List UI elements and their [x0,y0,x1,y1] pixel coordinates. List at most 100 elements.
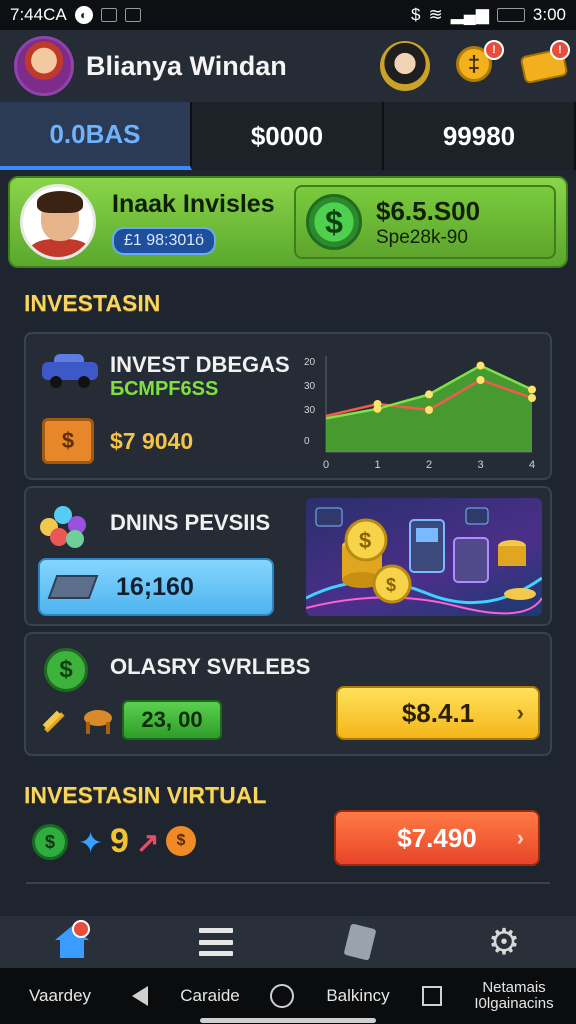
profile-id-badge: £1 98:301ö [112,226,217,255]
green-coin-icon: $ [44,648,88,692]
data-point [425,390,433,399]
app-header: Blianya Windan ‡ ! ! [0,30,576,102]
virtual-row: $ ✦ 9 ↗ $ $7.490 › [28,810,548,868]
tab-2[interactable]: $0000 [192,102,384,170]
signal-icon: ▂▄▆ [450,5,489,24]
nav-settings[interactable]: ⚙ [432,921,576,963]
x-tick-label: 2 [426,459,432,471]
svg-text:$: $ [359,528,371,553]
system-label-4: Netamais I0lgainacins [452,980,576,1012]
battery-icon [496,8,525,22]
x-tick-label: 0 [323,459,329,471]
tray-icon [47,575,99,599]
olasry-chip[interactable]: 23, 00 [122,700,222,740]
x-tick-label: 4 [529,459,535,471]
card-icon [343,923,377,961]
data-point [528,394,536,402]
y-tick-label: 0 [304,436,310,447]
nav-list[interactable] [144,928,288,956]
recents-icon [422,986,442,1006]
tab-bar: 0.0BAS $0000 99980 [0,102,576,170]
invest-amount: $7 9040 [110,428,194,454]
system-label-4a: Netamais [482,979,546,996]
nav-home[interactable] [0,920,144,958]
dnins-panel[interactable]: DNINS PEVSIIS 16;160 $ $ [24,486,552,626]
y-tick-label: 20 [304,357,316,368]
home-circle-icon [270,984,294,1008]
system-label-3: Balkincy [326,986,390,1005]
user-name: Blianya Windan [86,50,287,81]
data-point [476,361,485,370]
chevron-right-icon: › [516,825,524,850]
back-icon [132,986,148,1006]
home-button[interactable] [260,984,304,1008]
profile-avatar [20,184,96,260]
back-button[interactable] [120,986,160,1006]
invest-subtitle: БСМPF6SS [110,378,219,400]
virtual-button-label: $7.490 [397,822,477,853]
data-point [528,385,536,394]
y-tick-label: 30 [304,381,316,392]
dnins-value-box[interactable]: 16;160 [38,558,274,616]
gems-icon [40,504,92,548]
recents-button[interactable] [412,986,452,1006]
dnd-icon: $ [410,5,421,24]
coins-button[interactable]: ‡ ! [456,40,504,86]
data-point [373,404,382,413]
data-point [425,406,433,414]
wifi-icon: ≋ [428,5,443,24]
olasry-buy-button[interactable]: $8.4.1 › [336,686,540,740]
tool-icon [42,710,65,733]
orange-coin-icon: $ [166,826,196,856]
chevron-right-icon: › [516,700,524,725]
system-label-4b: I0lgainacins [474,995,554,1012]
arrow-icon: ↗ [136,827,160,858]
balance-box[interactable]: $ $6.5.S00 Spe28k-90 [294,185,556,259]
gear-icon: ⚙ [487,921,521,962]
list-icon [199,928,233,956]
friend-avatar[interactable] [380,41,430,91]
image-notification-icon [100,8,117,22]
system-nav-bar: Vaardey Caraide Balkincy Netamais I0lgai… [0,968,576,1024]
profile-card[interactable]: Inaak Invisles £1 98:301ö $ $6.5.S00 Spe… [8,176,568,268]
invest-panel[interactable]: INVEST DBEGAS БСМPF6SS $ $7 9040 20 30 30 0… [24,332,552,480]
gesture-pill[interactable] [200,1018,376,1023]
chart-notification-icon [124,8,141,22]
nav-cards[interactable] [288,923,432,961]
section-title-virtual: INVESTASIN VIRTUAL [24,782,267,808]
status-bar: 7:44CA ◐ $ ≋ ▂▄▆ 3:00 [0,0,576,30]
investment-chart: 20 30 30 0 0 1 2 3 4 [304,356,536,471]
coins-illustration: $ $ [306,498,542,616]
car-icon [42,354,98,388]
bottom-nav: ⚙ [0,916,576,968]
cart-icon [84,710,112,734]
balance-amount: $6.5.S00 [376,195,481,226]
user-avatar[interactable] [14,36,74,96]
cash-badge: ! [550,40,570,60]
tab-1[interactable]: 0.0BAS [0,102,192,170]
clock: 7:44CA [10,5,67,24]
system-label-2: Caraide [180,986,240,1005]
dollar-coin-icon: $ [306,194,362,250]
cash-button[interactable]: ! [519,40,570,86]
olasry-button-label: $8.4.1 [401,697,475,728]
home-badge [72,920,90,938]
dnins-title: DNINS PEVSIIS [110,510,271,535]
star-icon: ✦ [78,827,104,860]
coins-badge: ! [484,40,504,60]
balance-subtext: Spe28k-90 [376,226,468,248]
olasry-title: OLASRY SVRLEBS [110,654,311,679]
app-notification-icon: ◐ [74,6,93,24]
y-tick-label: 30 [304,405,316,416]
x-tick-label: 3 [478,459,484,471]
dnins-value: 16;160 [116,572,194,601]
wallet-icon: $ [42,418,94,464]
olasry-panel[interactable]: $ OLASRY SVRLEBS 23, 00 $8.4.1 › [24,632,552,756]
tab-3[interactable]: 99980 [384,102,576,170]
virtual-buy-button[interactable]: $7.490 › [334,810,540,866]
section-title-investasin: INVESTASIN [24,290,161,316]
x-tick-label: 1 [375,459,381,471]
system-label-1: Vaardey [28,986,92,1005]
green-coin-icon: $ [32,824,68,860]
profile-name: Inaak Invisles [112,189,275,218]
